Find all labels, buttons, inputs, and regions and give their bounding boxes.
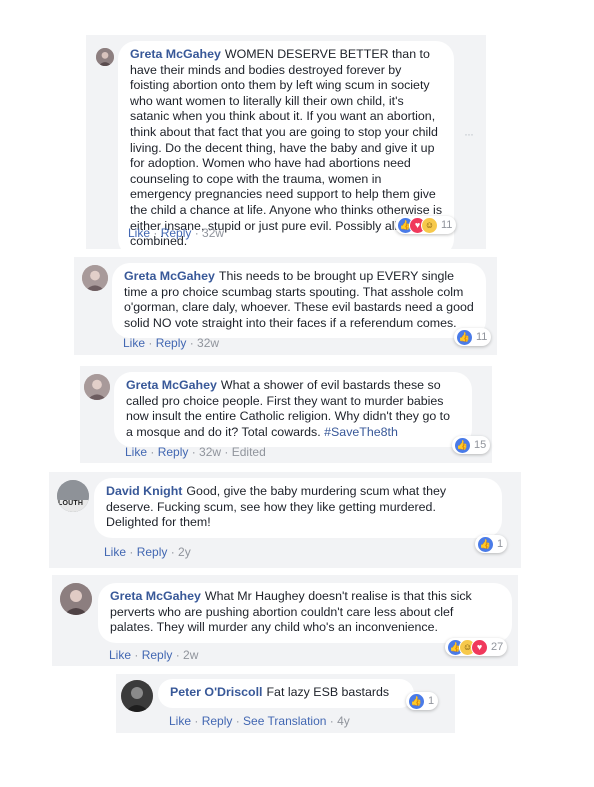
timestamp[interactable]: 32w (202, 226, 224, 240)
author-name[interactable]: Greta McGahey (110, 589, 201, 603)
avatar-text: LOUTH (58, 500, 84, 507)
like-link[interactable]: Like (123, 336, 145, 350)
hashtag-link[interactable]: #SaveThe8th (324, 425, 398, 439)
reaction-summary[interactable]: 👍 1 (406, 692, 439, 710)
author-name[interactable]: Greta McGahey (124, 269, 215, 283)
timestamp[interactable]: 2w (183, 648, 198, 662)
avatar[interactable]: LOUTH (57, 480, 89, 512)
comment-bubble: Greta McGahey This needs to be brought up… (112, 263, 486, 339)
comment-bubble: David Knight Good, give the baby murderin… (94, 478, 502, 538)
reply-link[interactable]: Reply (156, 336, 187, 350)
like-icon: 👍 (477, 535, 494, 553)
timestamp[interactable]: 32w (197, 336, 219, 350)
avatar[interactable] (84, 374, 110, 400)
comment-bubble: Greta McGahey What Mr Haughey doesn't rea… (98, 583, 512, 643)
avatar[interactable] (121, 680, 153, 712)
comment-panel: Greta McGahey WOMEN DESERVE BETTER than t… (86, 35, 486, 257)
author-name[interactable]: Greta McGahey (126, 378, 217, 392)
reply-link[interactable]: Reply (202, 714, 233, 728)
avatar[interactable] (96, 48, 114, 66)
comment-bubble: Greta McGahey What a shower of evil basta… (114, 372, 472, 448)
comment-panel: Peter O'Driscoll Fat lazy ESB bastards 👍 … (116, 674, 455, 733)
reply-link[interactable]: Reply (158, 445, 189, 459)
love-icon: ♥ (471, 638, 488, 656)
reply-link[interactable]: Reply (161, 226, 192, 240)
reaction-summary[interactable]: 👍 ♥ ☺ 11 (395, 216, 457, 234)
comment-actions: Like · Reply · 32w (128, 226, 225, 240)
reaction-count: 11 (441, 219, 453, 231)
like-link[interactable]: Like (104, 545, 126, 559)
like-link[interactable]: Like (109, 648, 131, 662)
like-link[interactable]: Like (125, 445, 147, 459)
comment-actions: Like · Reply · 32w · Edited (125, 445, 266, 459)
comment-text: WOMEN DESERVE BETTER than to have their … (130, 47, 443, 249)
reaction-count: 1 (497, 538, 504, 550)
reply-link[interactable]: Reply (142, 648, 173, 662)
comment-actions: Like · Reply · 2y (104, 545, 191, 559)
reaction-count: 11 (476, 331, 488, 343)
like-icon: 👍 (456, 328, 473, 346)
timestamp[interactable]: 32w (199, 445, 221, 459)
reaction-count: 1 (428, 695, 435, 707)
avatar[interactable] (60, 583, 92, 615)
like-icon: 👍 (408, 692, 425, 710)
comment-actions: Like · Reply · 2w (109, 648, 199, 662)
reply-link[interactable]: Reply (137, 545, 168, 559)
comment-panel: LOUTH David Knight Good, give the baby mu… (49, 472, 521, 568)
reaction-count: 15 (474, 439, 487, 451)
avatar[interactable] (82, 265, 108, 291)
author-name[interactable]: Greta McGahey (130, 47, 221, 61)
timestamp[interactable]: 2y (178, 545, 191, 559)
comment-actions: Like · Reply · See Translation · 4y (169, 714, 350, 728)
reaction-summary[interactable]: 👍 15 (452, 436, 491, 454)
like-link[interactable]: Like (169, 714, 191, 728)
author-name[interactable]: David Knight (106, 484, 182, 498)
author-name[interactable]: Peter O'Driscoll (170, 685, 262, 699)
like-icon: 👍 (454, 436, 471, 454)
comment-panel: Greta McGahey What Mr Haughey doesn't rea… (52, 575, 518, 666)
timestamp[interactable]: 4y (337, 714, 350, 728)
like-link[interactable]: Like (128, 226, 150, 240)
haha-icon: ☺ (421, 216, 438, 234)
reaction-count: 27 (491, 641, 504, 653)
reaction-summary[interactable]: 👍 11 (454, 328, 492, 346)
reaction-summary[interactable]: 👍 1 (475, 535, 508, 553)
reaction-summary[interactable]: 👍 ☺ ♥ 27 (445, 638, 508, 656)
comment-actions: Like · Reply · 32w (123, 336, 220, 350)
more-options-icon[interactable]: ··· (464, 127, 474, 141)
comment-panel: Greta McGahey What a shower of evil basta… (80, 366, 492, 463)
comment-text: Fat lazy ESB bastards (266, 685, 390, 699)
see-translation-link[interactable]: See Translation (243, 714, 326, 728)
comment-bubble: Peter O'Driscoll Fat lazy ESB bastards (158, 679, 414, 708)
comment-panel: Greta McGahey This needs to be brought up… (74, 257, 497, 355)
edited-label[interactable]: Edited (232, 445, 266, 459)
